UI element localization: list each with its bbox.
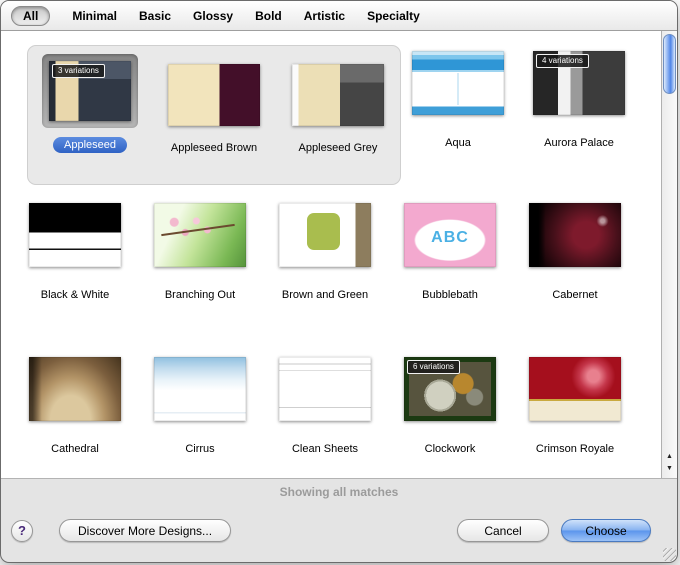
cancel-button[interactable]: Cancel [457, 519, 549, 542]
tab-artistic[interactable]: Artistic [304, 9, 345, 23]
branching-out-thumbnail [154, 203, 246, 267]
tab-glossy[interactable]: Glossy [193, 9, 233, 23]
vertical-scrollbar[interactable]: ▲ ▼ [661, 31, 677, 478]
template-row-2: Black & White Branching Out Brown and Gr… [19, 203, 631, 301]
template-name: Cabernet [552, 289, 598, 301]
template-item-cirrus[interactable]: Cirrus [144, 357, 256, 455]
template-grid: 3 variations Appleseed Appleseed Brown A… [1, 31, 677, 479]
aurora-palace-thumbnail: 4 variations [533, 51, 625, 115]
variations-badge: 4 variations [536, 54, 589, 68]
cabernet-thumbnail [529, 203, 621, 267]
template-name: Clockwork [424, 443, 476, 455]
template-row-3: Cathedral Cirrus Clean Sheets 6 variatio… [19, 357, 631, 455]
template-name: Aqua [445, 137, 471, 149]
template-item-appleseed[interactable]: 3 variations Appleseed [30, 54, 150, 184]
template-name: Bubblebath [422, 289, 478, 301]
brown-and-green-thumbnail [279, 203, 371, 267]
template-chooser-window: All Minimal Basic Glossy Bold Artistic S… [0, 0, 678, 563]
help-button[interactable]: ? [11, 519, 33, 542]
template-name: Brown and Green [281, 289, 369, 301]
resize-grip[interactable] [663, 548, 676, 561]
template-name: Cathedral [51, 443, 99, 455]
variations-badge: 3 variations [52, 64, 105, 78]
template-item-clean-sheets[interactable]: Clean Sheets [269, 357, 381, 455]
choose-button[interactable]: Choose [561, 519, 651, 542]
cathedral-thumbnail [29, 357, 121, 421]
template-item-black-white[interactable]: Black & White [19, 203, 131, 301]
template-name: Crimson Royale [535, 443, 615, 455]
discover-more-designs-button[interactable]: Discover More Designs... [59, 519, 232, 542]
bubblebath-abc-art: ABC [431, 229, 469, 246]
appleseed-grey-thumbnail [292, 64, 384, 126]
status-text: Showing all matches [279, 485, 399, 499]
template-item-aurora-palace[interactable]: 4 variations Aurora Palace [521, 51, 637, 149]
cirrus-thumbnail [154, 357, 246, 421]
category-tabbar: All Minimal Basic Glossy Bold Artistic S… [1, 1, 677, 31]
appleseed-brown-thumbnail [168, 64, 260, 126]
selection-highlight: 3 variations [42, 54, 138, 128]
bubblebath-thumbnail: ABC [404, 203, 496, 267]
tab-minimal[interactable]: Minimal [72, 9, 117, 23]
tab-all[interactable]: All [11, 5, 51, 26]
clockwork-thumbnail: 6 variations [404, 357, 496, 421]
template-item-cathedral[interactable]: Cathedral [19, 357, 131, 455]
tab-specialty[interactable]: Specialty [367, 9, 420, 23]
template-name: Appleseed Brown [170, 142, 258, 154]
template-name: Appleseed Grey [298, 142, 378, 154]
template-item-clockwork[interactable]: 6 variations Clockwork [394, 357, 506, 455]
template-name: Clean Sheets [291, 443, 359, 455]
aqua-thumbnail [412, 51, 504, 115]
clean-sheets-thumbnail [279, 357, 371, 421]
scroll-up-button[interactable]: ▲ [662, 451, 677, 463]
status-bar: Showing all matches [1, 479, 677, 505]
template-item-branching-out[interactable]: Branching Out [144, 203, 256, 301]
template-name: Cirrus [185, 443, 215, 455]
appleseed-thumbnail: 3 variations [49, 61, 131, 121]
template-grid-canvas: 3 variations Appleseed Appleseed Brown A… [1, 31, 661, 478]
template-item-appleseed-brown[interactable]: Appleseed Brown [154, 54, 274, 184]
template-item-crimson-royale[interactable]: Crimson Royale [519, 357, 631, 455]
footer-bar: ? Discover More Designs... Cancel Choose [1, 505, 677, 562]
scrollbar-thumb[interactable] [663, 34, 676, 94]
template-name-selected: Appleseed [53, 137, 127, 153]
template-item-aqua[interactable]: Aqua [403, 51, 513, 149]
template-name: Branching Out [164, 289, 236, 301]
tab-basic[interactable]: Basic [139, 9, 171, 23]
crimson-royale-thumbnail [529, 357, 621, 421]
template-item-appleseed-grey[interactable]: Appleseed Grey [278, 54, 398, 184]
template-item-cabernet[interactable]: Cabernet [519, 203, 631, 301]
template-item-brown-and-green[interactable]: Brown and Green [269, 203, 381, 301]
tab-bold[interactable]: Bold [255, 9, 282, 23]
black-white-thumbnail [29, 203, 121, 267]
template-item-bubblebath[interactable]: ABC Bubblebath [394, 203, 506, 301]
variations-badge: 6 variations [407, 360, 460, 374]
scrollbar-arrows: ▲ ▼ [662, 451, 677, 475]
template-name: Aurora Palace [544, 137, 614, 149]
scroll-down-button[interactable]: ▼ [662, 463, 677, 475]
appleseed-variations-group: 3 variations Appleseed Appleseed Brown A… [27, 45, 401, 185]
template-name: Black & White [40, 289, 110, 301]
